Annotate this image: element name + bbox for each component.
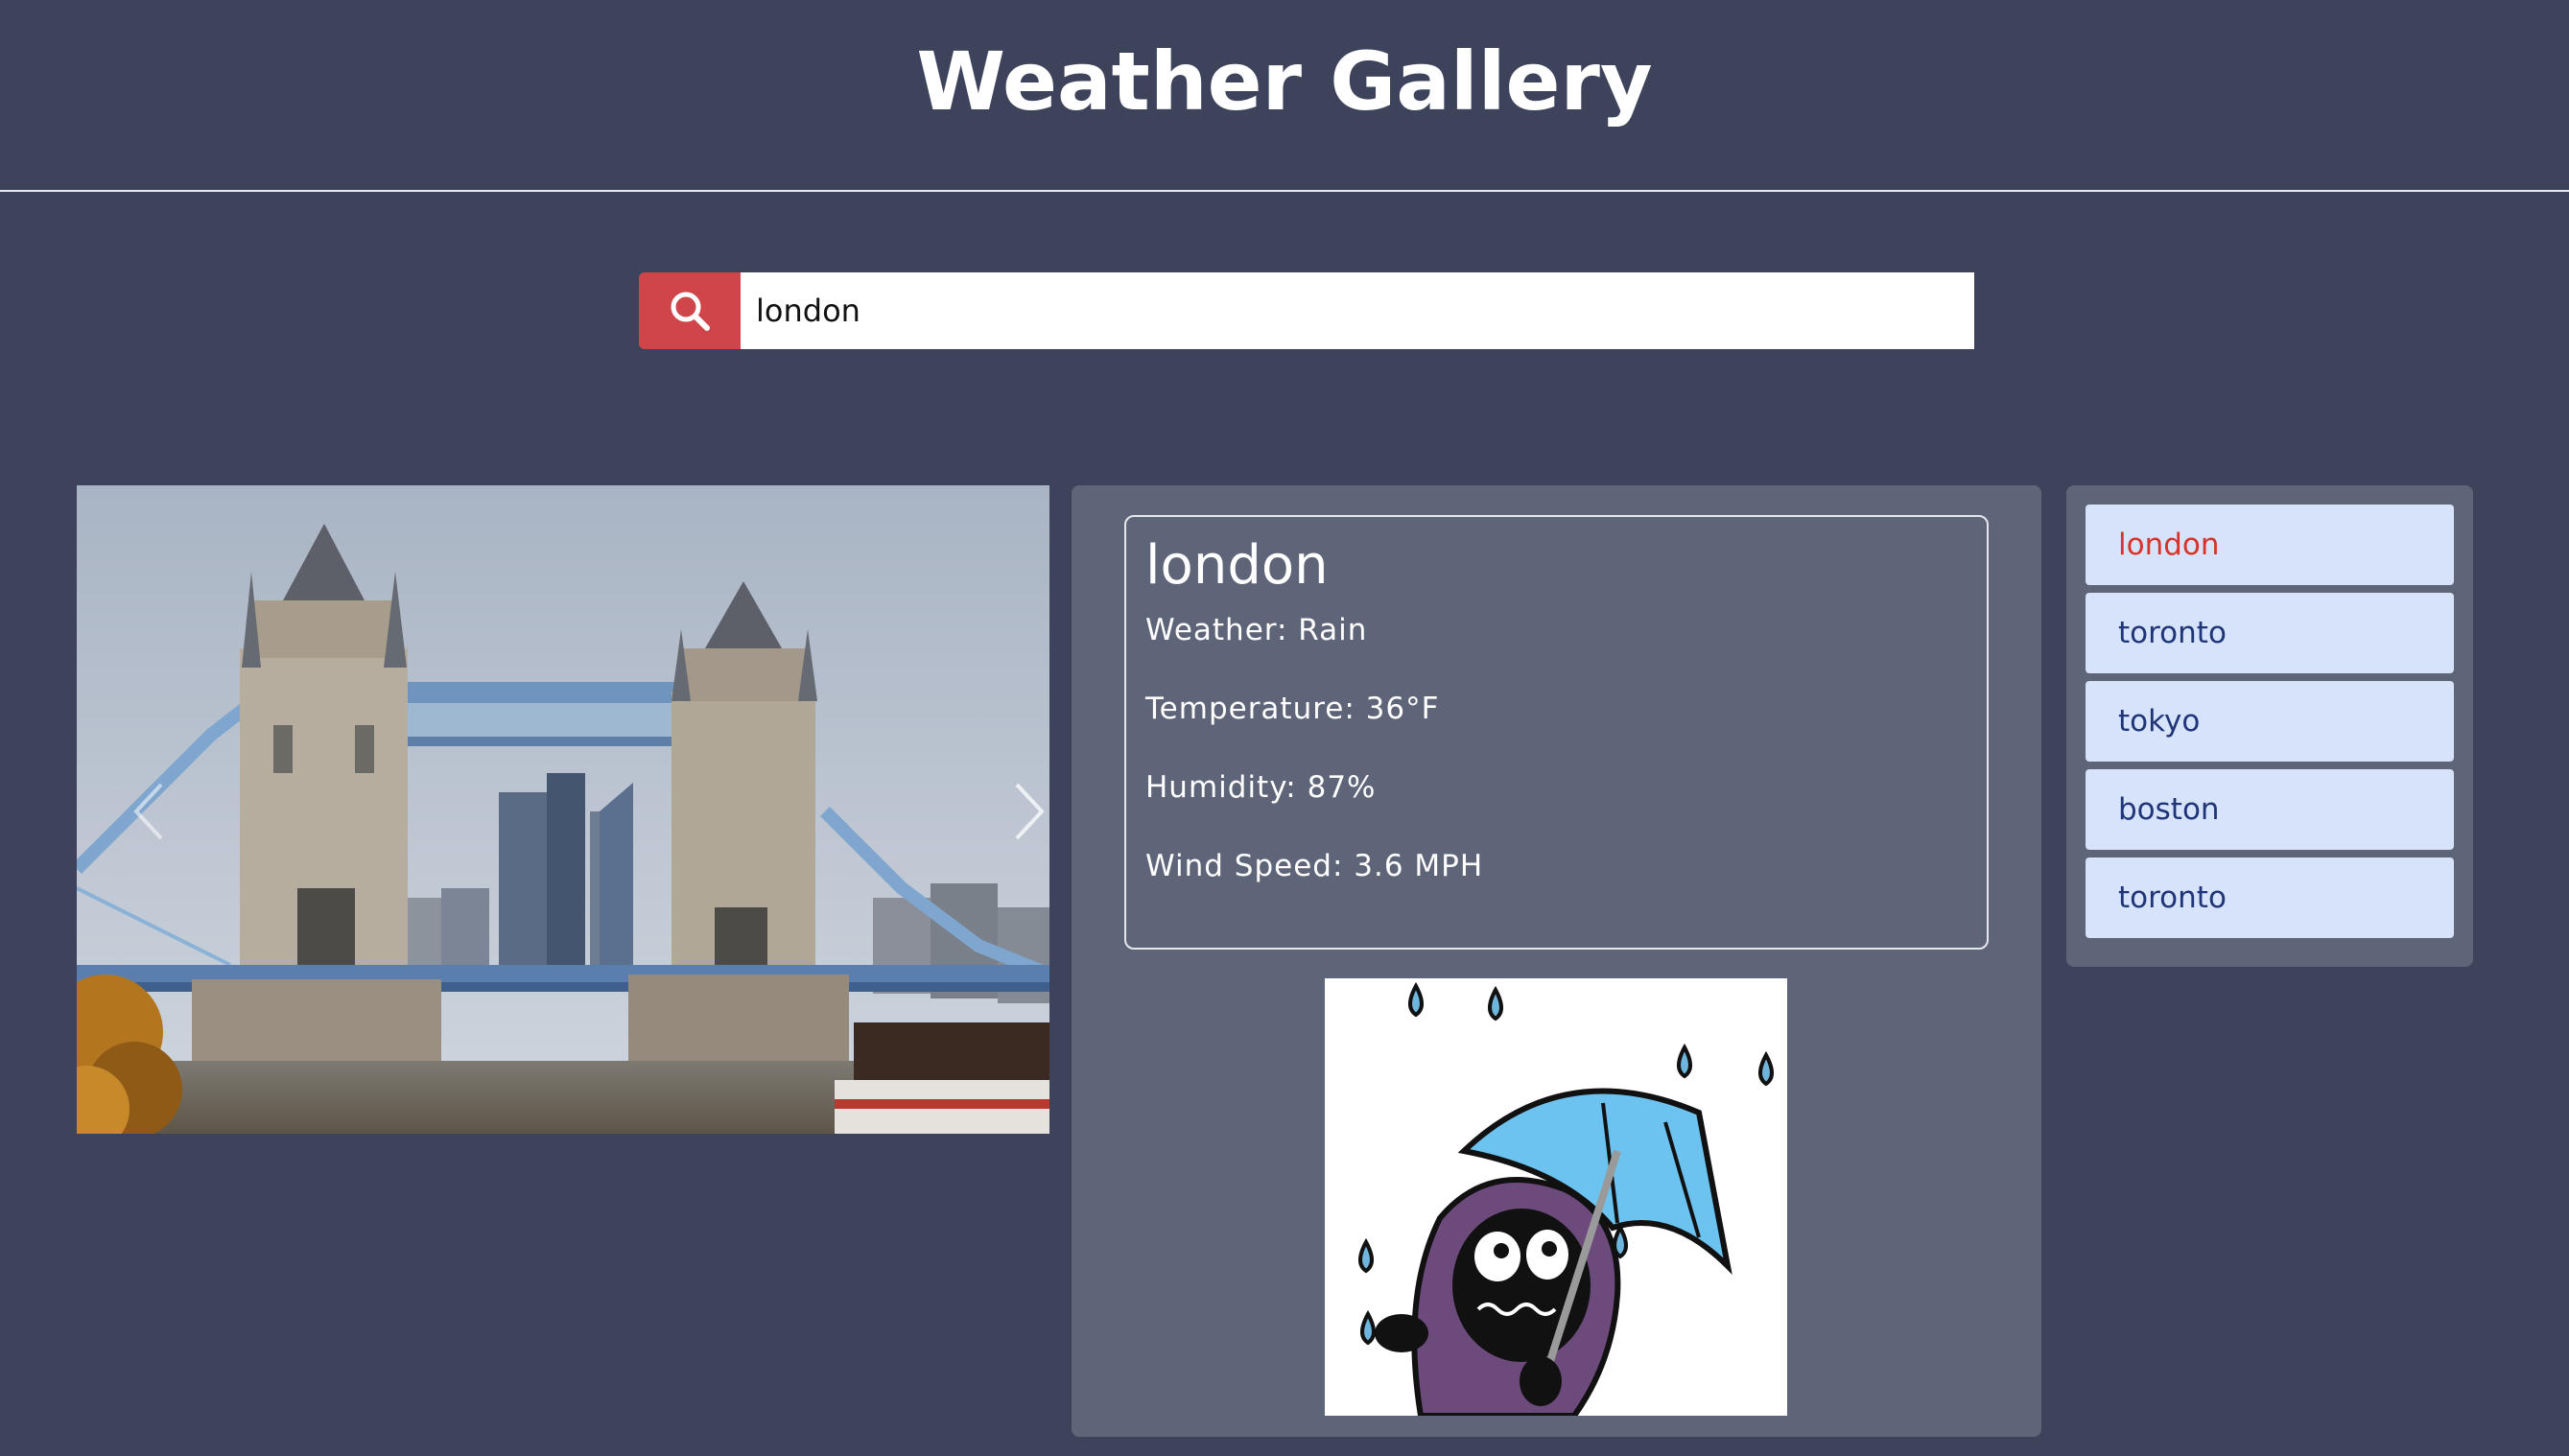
search-button[interactable]: [639, 272, 741, 349]
wind-speed: Wind Speed: 3.6 MPH: [1145, 849, 1484, 883]
history-item-boston[interactable]: boston: [2086, 769, 2454, 850]
history-item-toronto[interactable]: toronto: [2086, 857, 2454, 938]
rain-umbrella-character-icon: [1358, 981, 1774, 1416]
history-item-london[interactable]: london: [2086, 505, 2454, 585]
temperature: Temperature: 36°F: [1145, 692, 1440, 726]
city-photo: [77, 485, 1049, 1134]
weather-illustration: [1325, 978, 1787, 1416]
weather-panel: london Weather: Rain Temperature: 36°F H…: [1072, 485, 2041, 1437]
chevron-right-icon[interactable]: [1000, 773, 1049, 850]
search-icon: [671, 292, 710, 331]
history-item-tokyo[interactable]: tokyo: [2086, 681, 2454, 762]
weather-condition: Weather: Rain: [1145, 613, 1368, 647]
weather-card: london Weather: Rain Temperature: 36°F H…: [1124, 515, 1989, 950]
chevron-left-icon[interactable]: [121, 773, 178, 850]
page-header: Weather Gallery: [0, 0, 2569, 192]
history-item-toronto[interactable]: toronto: [2086, 593, 2454, 673]
city-image-carousel: [77, 485, 1049, 1134]
humidity: Humidity: 87%: [1145, 770, 1377, 805]
search-history: london toronto tokyo boston toronto: [2066, 485, 2473, 967]
page-title: Weather Gallery: [916, 35, 1653, 129]
city-name: london: [1145, 534, 1329, 597]
search-input[interactable]: [741, 272, 1974, 349]
search-bar: [639, 272, 1974, 349]
